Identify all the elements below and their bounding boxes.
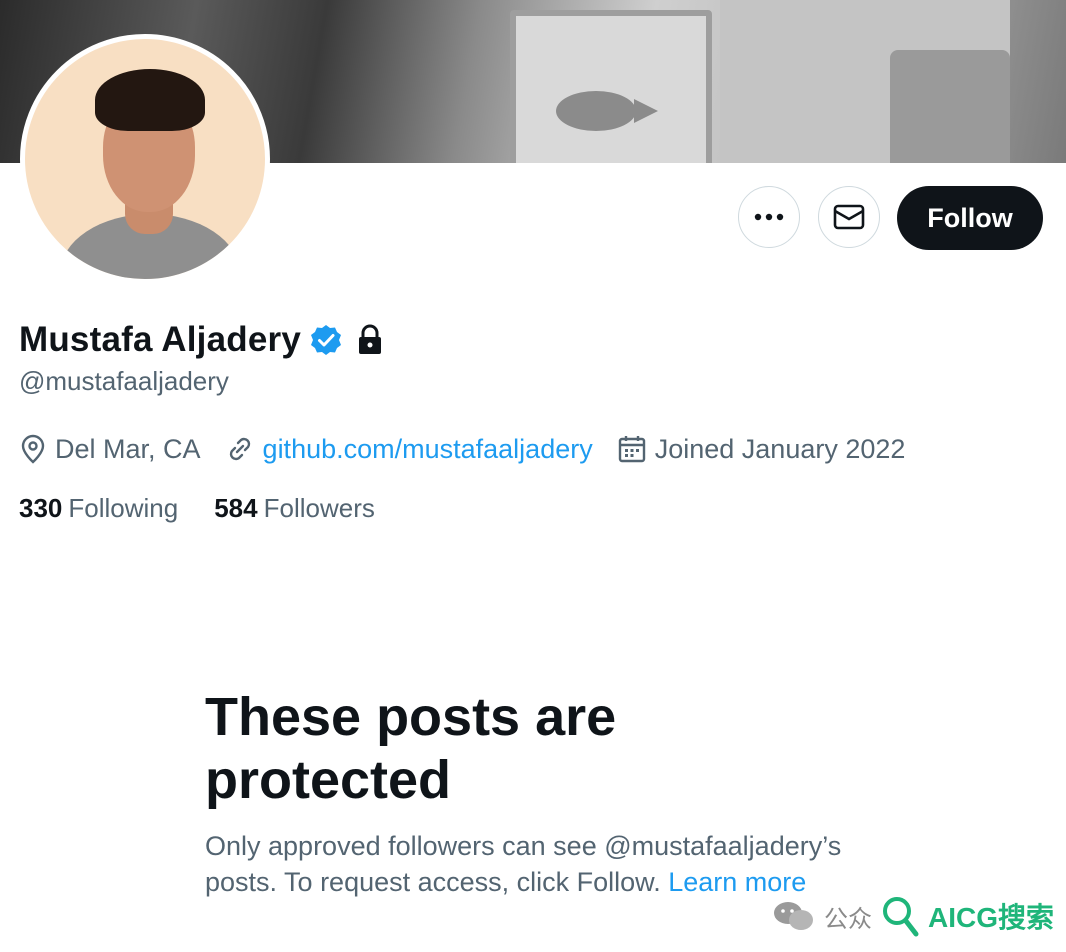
follow-button[interactable]: Follow — [897, 186, 1043, 250]
profile-meta: Del Mar, CA github.com/mustafaaljadery J… — [19, 430, 929, 468]
profile-name-row: Mustafa Aljadery — [19, 318, 385, 362]
follow-stats: 330 Following 584 Followers — [19, 490, 411, 526]
following-label: Following — [68, 492, 179, 523]
following-stat[interactable]: 330 Following — [19, 493, 178, 524]
envelope-icon — [833, 204, 865, 230]
banner-box-shadow — [890, 50, 1010, 163]
watermark: 公众 AICG搜索 — [772, 892, 1054, 940]
website-link[interactable]: github.com/mustafaaljadery — [263, 434, 593, 465]
magnifier-logo-icon — [883, 897, 919, 937]
wechat-icon — [774, 902, 813, 930]
banner-computer-screen — [510, 10, 712, 163]
protected-description: Only approved followers can see @mustafa… — [205, 828, 855, 900]
watermark-prefix: 公众 — [824, 905, 872, 933]
followers-label: Followers — [263, 492, 375, 523]
followers-count: 584 — [214, 492, 258, 523]
joined-text: Joined January 2022 — [654, 433, 906, 464]
more-options-button[interactable] — [738, 186, 800, 248]
banner-fish-image — [556, 91, 658, 131]
location-item: Del Mar, CA — [19, 434, 201, 465]
protected-title: These posts are protected — [205, 687, 617, 810]
display-name: Mustafa Aljadery — [19, 320, 301, 359]
followers-stat[interactable]: 584 Followers — [214, 493, 375, 524]
calendar-icon — [618, 436, 645, 463]
link-icon — [229, 437, 250, 461]
more-horizontal-icon — [754, 213, 784, 221]
watermark-brand: AICG搜索 — [928, 902, 1055, 933]
profile-handle: @mustafaaljadery — [19, 366, 229, 396]
verified-badge-icon[interactable] — [309, 323, 343, 357]
message-button[interactable] — [818, 186, 880, 248]
location-pin-icon — [21, 434, 45, 464]
location-text: Del Mar, CA — [55, 433, 201, 464]
joined-item: Joined January 2022 — [617, 433, 906, 465]
following-count: 330 — [19, 492, 63, 523]
lock-icon — [359, 324, 381, 354]
profile-avatar[interactable] — [20, 34, 270, 284]
avatar-hair — [95, 69, 205, 131]
website-item[interactable]: github.com/mustafaaljadery — [225, 434, 593, 465]
